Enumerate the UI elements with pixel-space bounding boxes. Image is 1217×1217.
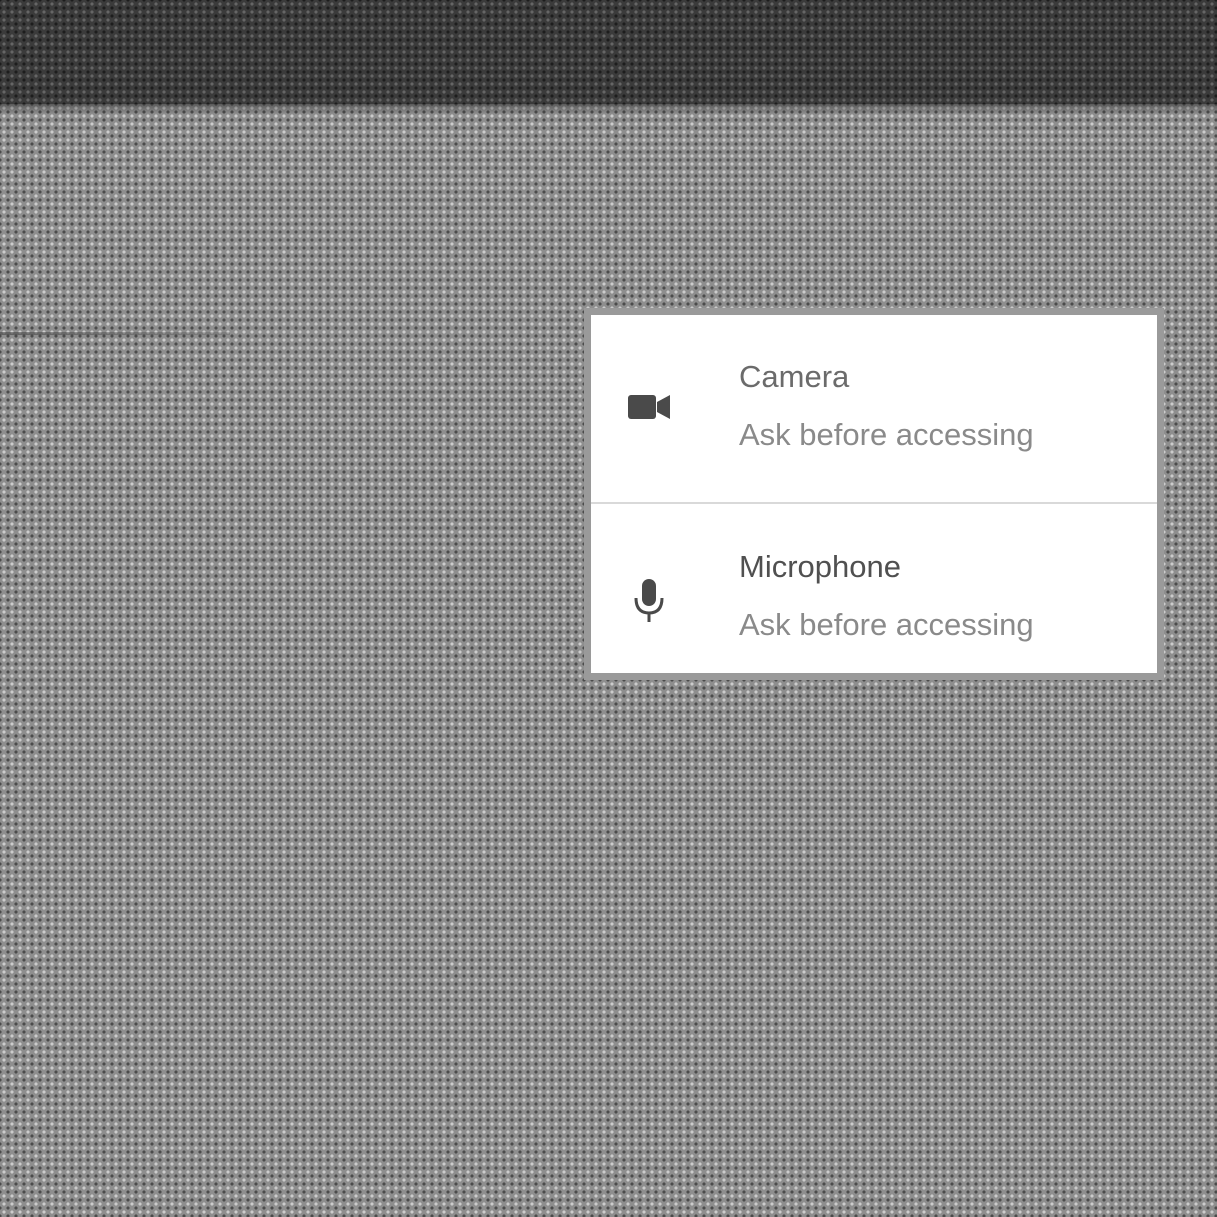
permission-status: Ask before accessing bbox=[739, 607, 1034, 642]
permission-row-microphone[interactable]: Microphone Ask before accessing bbox=[591, 505, 1157, 685]
microphone-icon bbox=[625, 577, 673, 625]
permission-divider bbox=[591, 502, 1157, 504]
camera-icon bbox=[625, 383, 673, 431]
permission-row-camera[interactable]: Camera Ask before accessing bbox=[591, 315, 1157, 495]
permission-title: Microphone bbox=[739, 549, 901, 584]
permission-text-camera: Camera Ask before accessing bbox=[739, 357, 1137, 455]
browser-top-bar bbox=[0, 0, 1217, 114]
site-permissions-panel: Camera Ask before accessing Microphone A… bbox=[584, 308, 1164, 680]
permission-status: Ask before accessing bbox=[739, 417, 1034, 452]
permission-title: Camera bbox=[739, 359, 850, 394]
permission-text-microphone: Microphone Ask before accessing bbox=[739, 547, 1137, 645]
background-divider-line bbox=[0, 332, 230, 335]
